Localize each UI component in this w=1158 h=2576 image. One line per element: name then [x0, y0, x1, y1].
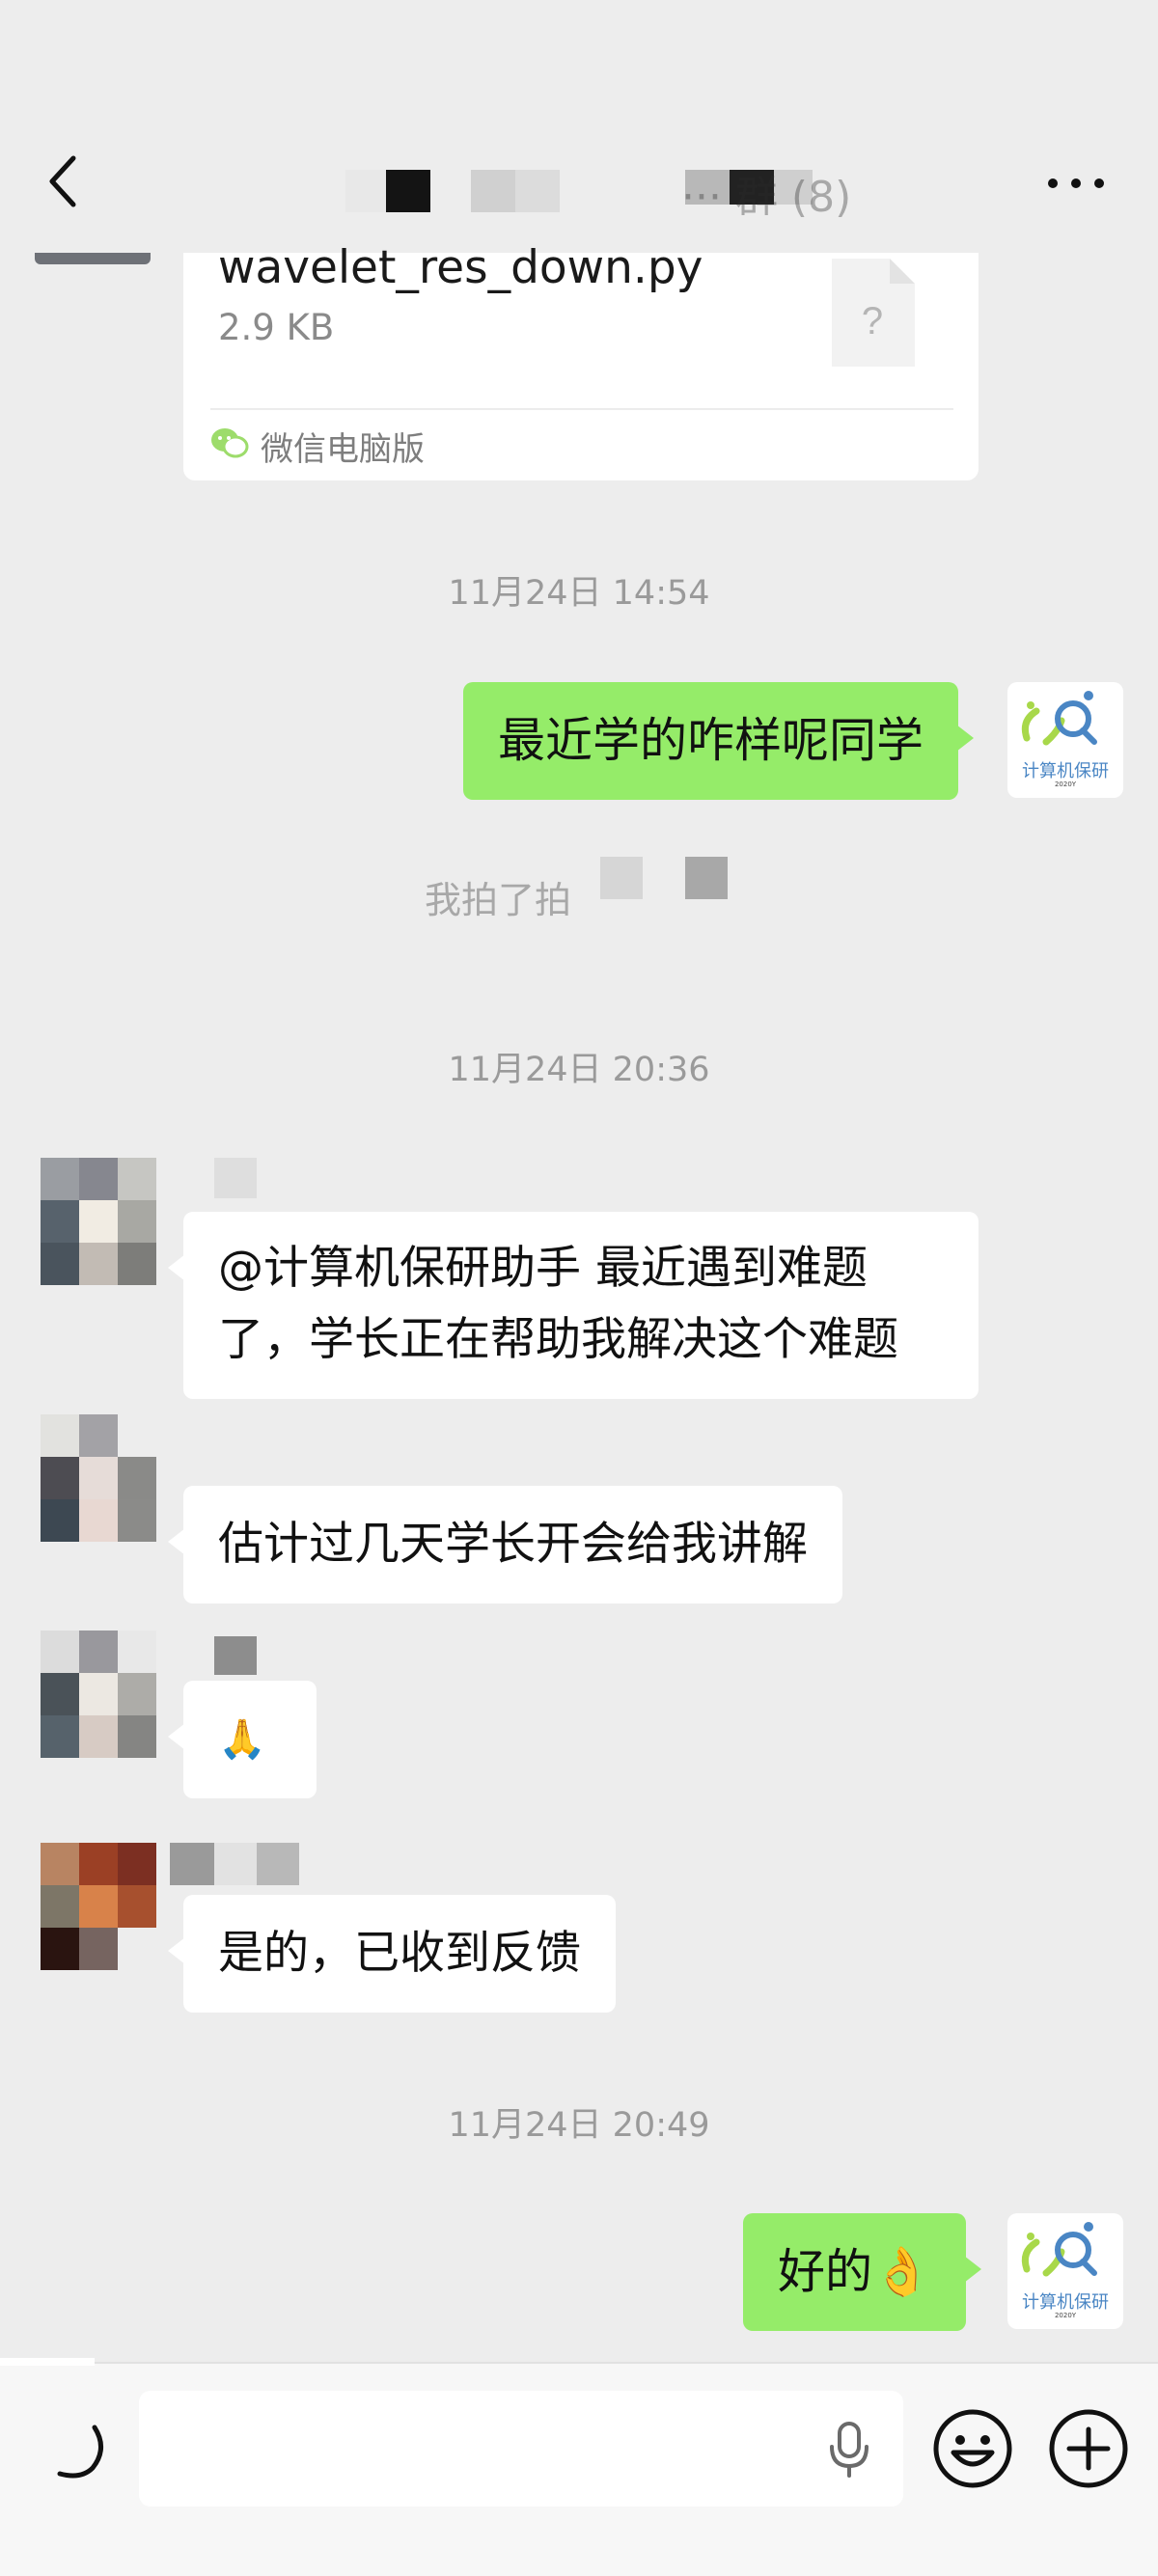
avatar[interactable]	[35, 253, 151, 264]
bubble-tail	[168, 1723, 185, 1750]
emoji-icon	[933, 2409, 1012, 2488]
emoji-button[interactable]	[932, 2408, 1013, 2489]
unknown-file-icon: ?	[830, 259, 915, 369]
bubble-tail	[956, 725, 975, 752]
plus-button[interactable]	[1048, 2408, 1129, 2489]
message-bubble[interactable]: 是的，已收到反馈	[168, 1895, 616, 2013]
title-blur	[471, 170, 515, 212]
plus-icon	[1049, 2409, 1128, 2488]
message-text: 估计过几天学长开会给我讲解	[218, 1518, 808, 1571]
message-bubble[interactable]: 🙏	[168, 1681, 317, 1798]
mic-icon[interactable]	[826, 2420, 872, 2480]
wechat-icon	[210, 426, 249, 459]
blurred-name	[685, 857, 728, 899]
chat-title: ··· 群 (8)	[328, 162, 851, 222]
title-blur	[386, 170, 430, 212]
message-text-line: @计算机保研助手 最近遇到难题	[218, 1242, 868, 1295]
avatar[interactable]	[41, 1414, 156, 1542]
chevron-left-icon	[49, 155, 76, 207]
chat-title-text: ··· 群 (8)	[681, 173, 852, 222]
bubble-tail	[168, 1528, 185, 1555]
file-size: 2.9 KB	[218, 307, 335, 348]
my-message-bubble[interactable]: 好的👌	[743, 2213, 982, 2331]
message-input[interactable]	[139, 2391, 903, 2507]
timestamp: 11月24日 20:36	[448, 1051, 710, 1089]
my-message-bubble[interactable]: 最近学的咋样呢同学	[463, 682, 975, 800]
bubble-tail	[168, 1937, 185, 1964]
message-text: 是的，已收到反馈	[218, 1927, 581, 1980]
file-name: wavelet_res_down.py	[218, 241, 703, 294]
message-text: 最近学的咋样呢同学	[498, 713, 924, 768]
bubble-tail	[168, 1254, 185, 1281]
avatar[interactable]	[41, 1158, 156, 1285]
sender-name-blur	[214, 1636, 257, 1675]
message-text-line: 了，学长正在帮助我解决这个难题	[218, 1313, 898, 1366]
avatar-sublabel: 2020Y	[1054, 2312, 1077, 2319]
back-button[interactable]	[37, 145, 95, 212]
avatar[interactable]	[41, 1631, 156, 1758]
input-bar-edge	[0, 2358, 95, 2366]
avatar-sublabel: 2020Y	[1054, 781, 1077, 788]
message-text: 好的👌	[778, 2244, 932, 2299]
my-avatar[interactable]: 计算机保研 2020Y	[1007, 682, 1123, 798]
divider	[210, 408, 953, 410]
sender-name-blur	[214, 1158, 257, 1198]
title-blur	[345, 170, 386, 212]
file-source-label: 微信电脑版	[261, 430, 425, 469]
voice-toggle-button[interactable]	[44, 2412, 112, 2480]
logo-icon	[1021, 2222, 1097, 2277]
voice-icon	[57, 2425, 103, 2479]
logo-icon	[1021, 691, 1097, 746]
sender-name-blur	[170, 1843, 214, 1885]
emoji-message: 🙏	[218, 1717, 266, 1762]
file-message-card[interactable]: wavelet_res_down.py 2.9 KB ? 微信电脑版	[183, 241, 979, 480]
bubble-tail	[964, 2256, 982, 2283]
timestamp: 11月24日 20:49	[448, 2106, 710, 2145]
message-bubble[interactable]: @计算机保研助手 最近遇到难题 了，学长正在帮助我解决这个难题	[168, 1212, 979, 1399]
timestamp: 11月24日 14:54	[448, 574, 710, 613]
avatar-label: 计算机保研	[1022, 761, 1109, 781]
my-avatar[interactable]: 计算机保研 2020Y	[1007, 2213, 1123, 2329]
title-blur	[515, 170, 560, 212]
file-icon-glyph: ?	[862, 300, 883, 343]
more-options-button[interactable]	[1042, 164, 1110, 203]
sender-name-blur	[257, 1843, 299, 1885]
blurred-name	[600, 857, 643, 899]
system-pat-text: 我拍了拍	[425, 879, 572, 921]
system-pat-message: 我拍了拍	[425, 870, 571, 923]
message-bubble[interactable]: 估计过几天学长开会给我讲解	[168, 1486, 842, 1603]
more-dots-icon	[1048, 178, 1104, 188]
avatar-label: 计算机保研	[1022, 2292, 1109, 2313]
avatar[interactable]	[41, 1843, 156, 1970]
sender-name-blur	[214, 1843, 257, 1885]
